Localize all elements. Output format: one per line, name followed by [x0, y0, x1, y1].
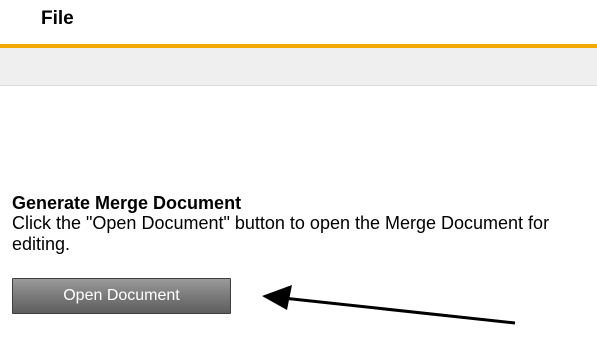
section-description: Click the "Open Document" button to open…: [12, 213, 550, 254]
file-menu[interactable]: File: [41, 8, 74, 30]
menu-bar: File: [0, 0, 597, 48]
merge-document-section: Generate Merge Document Click the "Open …: [12, 193, 572, 255]
page: File Generate Merge Document Click the "…: [0, 0, 597, 341]
arrow-shaft: [282, 296, 516, 325]
toolbar-strip: [0, 48, 597, 86]
arrow-head: [262, 285, 292, 310]
open-document-button[interactable]: Open Document: [12, 278, 231, 314]
section-title: Generate Merge Document: [12, 193, 242, 213]
